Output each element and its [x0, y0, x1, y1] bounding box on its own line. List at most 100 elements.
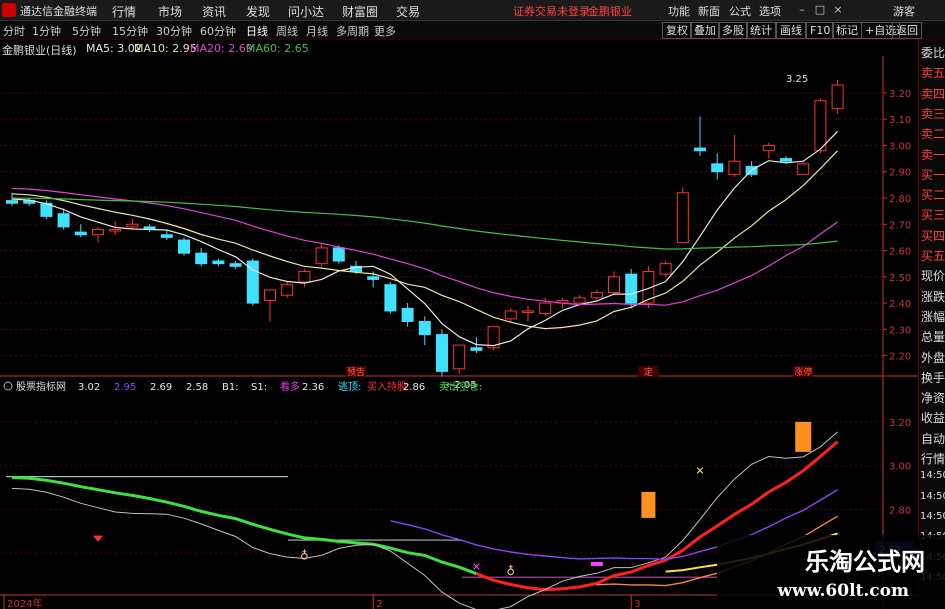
- app-name: 通达信金融终端: [20, 5, 97, 18]
- indicator-tick-label: 3.20: [889, 418, 911, 429]
- sidebar-item[interactable]: 买一: [920, 166, 945, 183]
- candle-body: [608, 276, 620, 294]
- menu-news[interactable]: 资讯: [202, 3, 226, 20]
- menu-function[interactable]: 功能: [668, 3, 690, 19]
- candle-body: [74, 231, 87, 236]
- sidebar-item[interactable]: 14:50: [920, 491, 945, 502]
- sidebar-item[interactable]: 涨幅: [920, 308, 945, 325]
- login-warning[interactable]: 证券交易未登录: [513, 3, 590, 19]
- event-label: 定: [644, 366, 653, 378]
- sidebar-item[interactable]: 卖一: [920, 146, 945, 163]
- sidebar-item[interactable]: 卖三: [920, 105, 945, 122]
- sidebar-item[interactable]: 买三: [920, 206, 945, 223]
- price-tick-label: 3.20: [889, 89, 911, 100]
- candle-body: [160, 234, 173, 238]
- period-more[interactable]: 更多: [374, 23, 396, 39]
- period-15min[interactable]: 15分钟: [112, 23, 148, 39]
- period-weekly[interactable]: 周线: [276, 23, 298, 39]
- indicator-value: 逃顶:: [338, 380, 361, 393]
- sidebar-item[interactable]: 买二: [920, 186, 945, 203]
- overlay-button[interactable]: 叠加: [690, 22, 720, 39]
- candle-body: [264, 289, 276, 301]
- sidebar-item[interactable]: 外盘: [920, 349, 945, 366]
- sidebar-item[interactable]: 14:50: [920, 511, 945, 522]
- menu-new-page[interactable]: 新面: [698, 3, 720, 19]
- price-tick-label: 2.20: [889, 352, 911, 363]
- candle-body: [470, 347, 483, 351]
- draw-line-button[interactable]: 画线: [776, 22, 806, 39]
- candle-body: [229, 263, 242, 267]
- mark-button[interactable]: 标记: [832, 22, 862, 39]
- candle-body: [6, 200, 18, 204]
- date-label: 3: [634, 599, 640, 609]
- multi-stock-button[interactable]: 多股: [718, 22, 748, 39]
- sidebar-item[interactable]: 涨跌: [920, 288, 945, 305]
- menu-ask[interactable]: 问小达: [288, 3, 324, 20]
- menu-trade[interactable]: 交易: [396, 3, 420, 20]
- sidebar-item[interactable]: 现价: [920, 267, 945, 284]
- cross-icon: ✕: [695, 464, 704, 477]
- candle-body: [728, 160, 741, 175]
- maximize-icon[interactable]: □: [813, 2, 827, 17]
- candle-body: [694, 147, 706, 152]
- sidebar-item[interactable]: 卖五: [920, 64, 945, 81]
- menu-wealth[interactable]: 财富圈: [342, 3, 378, 20]
- candle-body: [814, 100, 827, 152]
- menu-options[interactable]: 选项: [759, 3, 781, 19]
- sidebar-item[interactable]: 卖二: [920, 125, 945, 142]
- guest-label[interactable]: 游客: [893, 3, 915, 19]
- candle-body: [126, 223, 139, 228]
- price-tick-label: 2.80: [889, 194, 911, 205]
- sidebar-item[interactable]: 卖四: [920, 85, 945, 102]
- candle-body: [522, 310, 534, 313]
- date-label: 2024年: [7, 597, 42, 609]
- sidebar-item[interactable]: 买五: [920, 247, 945, 264]
- close-icon[interactable]: ×: [831, 2, 845, 17]
- candle-body: [367, 276, 380, 280]
- money-bag-icon: ♁: [300, 549, 309, 563]
- sidebar-item[interactable]: 总量: [920, 328, 945, 345]
- sidebar-item[interactable]: 委比: [920, 44, 945, 61]
- chart-background: [0, 56, 918, 609]
- sidebar-item[interactable]: 换手: [920, 369, 945, 386]
- period-multi[interactable]: 多周期: [336, 23, 369, 39]
- sidebar-item[interactable]: 买四: [920, 227, 945, 244]
- period-60min[interactable]: 60分钟: [200, 23, 236, 39]
- sidebar-item[interactable]: 收益: [920, 409, 945, 426]
- price-tick-label: 2.50: [889, 273, 911, 284]
- menu-market[interactable]: 市场: [158, 3, 182, 20]
- sidebar-item[interactable]: 行情: [920, 450, 945, 467]
- period-5min[interactable]: 5分钟: [72, 23, 101, 39]
- sidebar-item[interactable]: 自动: [920, 430, 945, 447]
- candle-body: [178, 239, 190, 254]
- sidebar-item[interactable]: 净资: [920, 389, 945, 406]
- indicator-value: 2.95: [114, 382, 136, 393]
- period-daily[interactable]: 日线: [246, 23, 268, 39]
- candle-body: [590, 292, 603, 299]
- statistics-button[interactable]: 统计: [746, 22, 776, 39]
- menu-discover[interactable]: 发现: [246, 3, 270, 20]
- period-1min[interactable]: 1分钟: [32, 23, 61, 39]
- back-button[interactable]: 返回: [892, 22, 922, 39]
- candle-body: [332, 247, 345, 262]
- price-tick-label: 2.40: [889, 299, 911, 310]
- period-monthly[interactable]: 月线: [306, 23, 328, 39]
- candle-body: [676, 192, 689, 244]
- period-30min[interactable]: 30分钟: [156, 23, 192, 39]
- period-intraday[interactable]: 分时: [3, 23, 25, 39]
- f10-button[interactable]: F10: [806, 22, 835, 39]
- candle-body: [315, 247, 328, 265]
- ma10-value: MA10: 2.95: [134, 42, 197, 55]
- adjust-button[interactable]: 复权: [662, 22, 692, 39]
- menu-quotes[interactable]: 行情: [112, 3, 136, 20]
- menu-formula[interactable]: 公式: [729, 3, 751, 19]
- candle-body: [625, 273, 638, 304]
- minimize-icon[interactable]: –: [795, 2, 809, 17]
- price-chart[interactable]: 3.20 3.10 3.00 2.90 2.80 2.70 2.60 2.50 2.40 2.30…: [0, 56, 918, 609]
- candle-body: [281, 284, 294, 296]
- watermark-url: www.60lt.com: [777, 581, 909, 601]
- signal-bar: [641, 491, 656, 518]
- candle-body: [539, 302, 552, 315]
- sidebar-item[interactable]: 14:50: [920, 470, 945, 481]
- indicator-value: 2.58: [186, 382, 208, 393]
